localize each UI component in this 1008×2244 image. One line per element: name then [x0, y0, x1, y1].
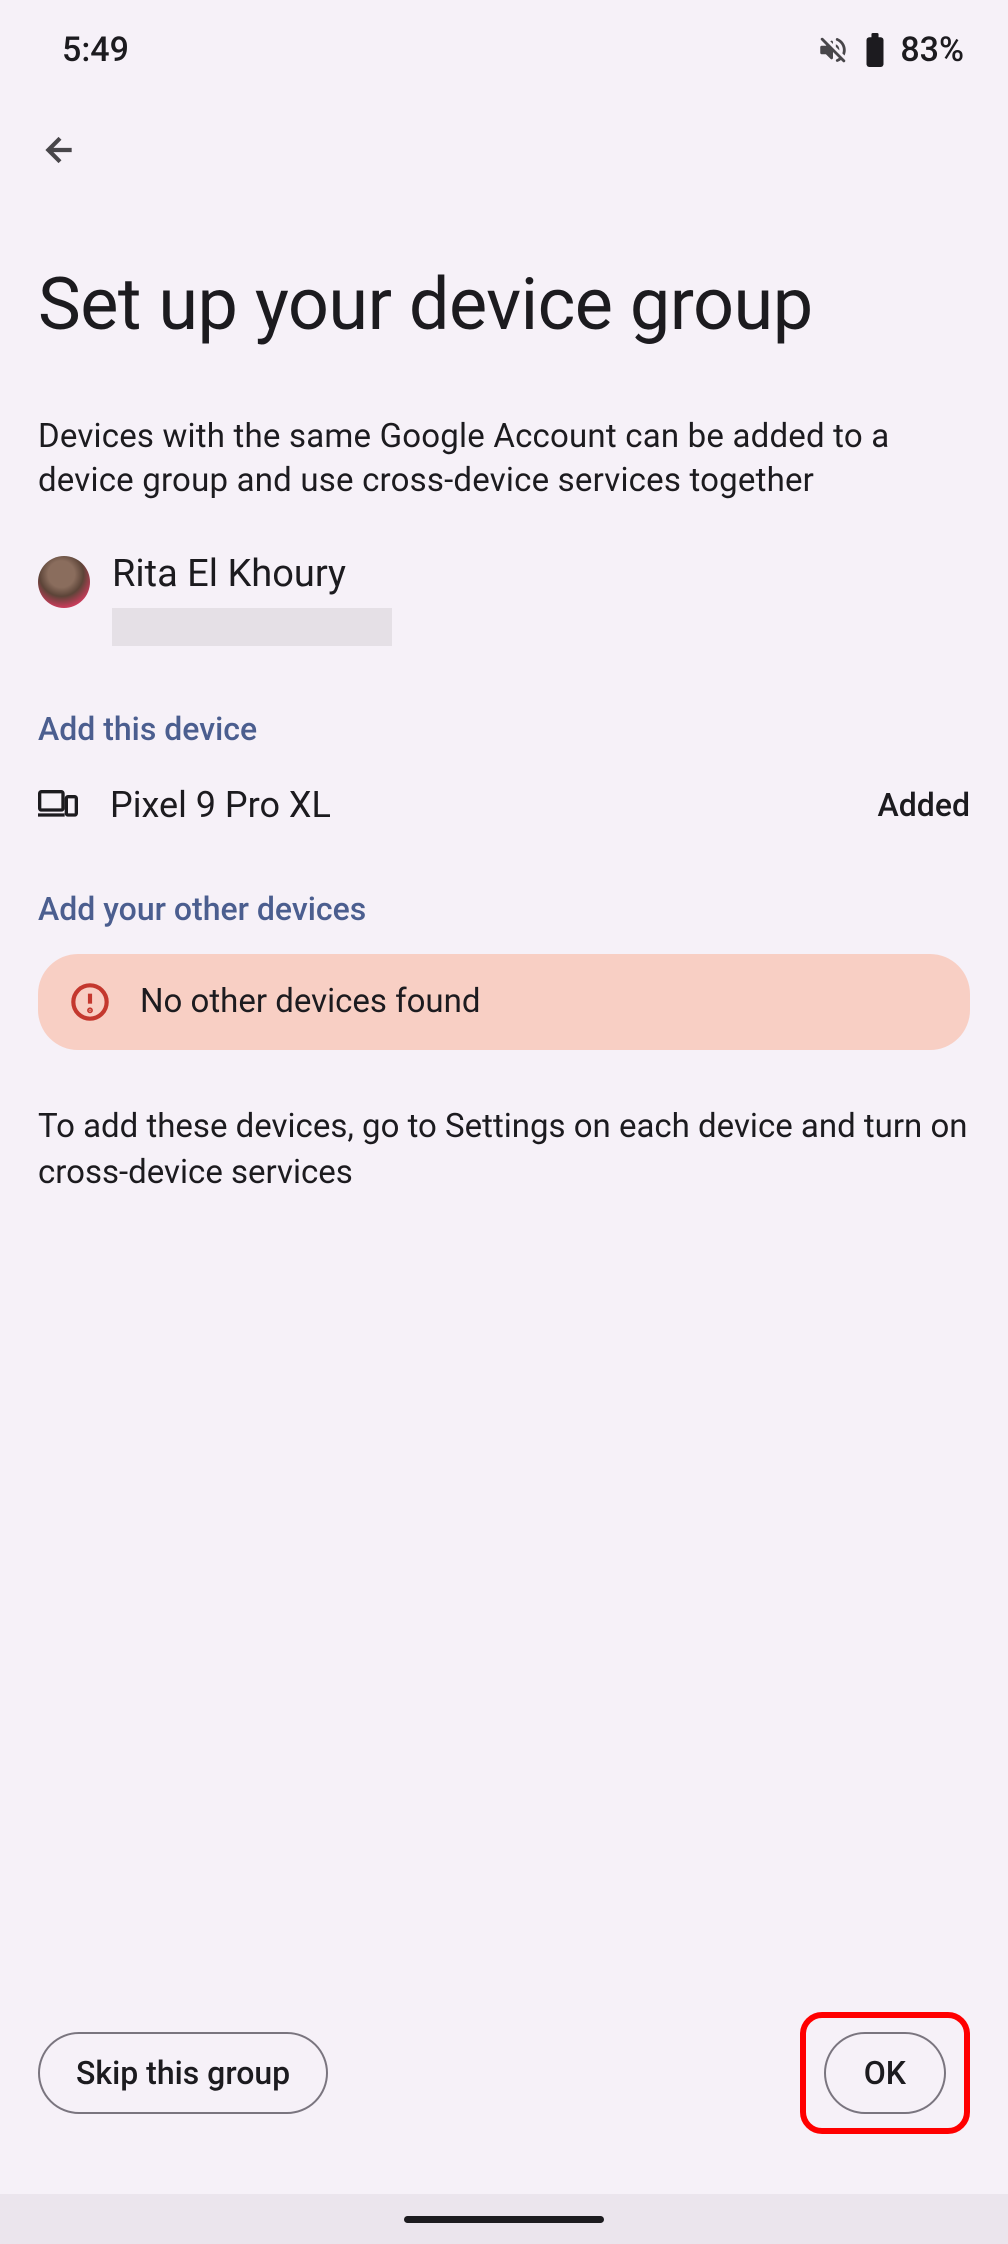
- account-name: Rita El Khoury: [112, 552, 392, 596]
- account-row: Rita El Khoury: [38, 552, 970, 646]
- arrow-left-icon: [40, 130, 80, 170]
- back-button[interactable]: [0, 90, 1008, 174]
- page-title: Set up your device group: [38, 264, 970, 347]
- help-text: To add these devices, go to Settings on …: [38, 1104, 970, 1196]
- avatar: [38, 556, 90, 608]
- device-row: Pixel 9 Pro XL Added: [38, 784, 970, 826]
- status-battery: 83%: [900, 30, 964, 70]
- nav-bar: [0, 2194, 1008, 2244]
- skip-button[interactable]: Skip this group: [38, 2032, 328, 2114]
- battery-icon: [864, 33, 886, 67]
- status-time: 5:49: [62, 30, 129, 70]
- device-status: Added: [878, 786, 970, 824]
- bottom-bar: Skip this group OK: [0, 2012, 1008, 2194]
- ok-highlight-box: OK: [800, 2012, 970, 2134]
- devices-icon: [38, 790, 78, 820]
- alert-icon: [70, 982, 110, 1022]
- page-description: Devices with the same Google Account can…: [38, 415, 970, 504]
- account-email-redacted: [112, 608, 392, 646]
- status-bar: 5:49 83%: [0, 0, 1008, 90]
- warning-box: No other devices found: [38, 954, 970, 1050]
- ok-button[interactable]: OK: [824, 2032, 946, 2114]
- nav-handle[interactable]: [404, 2216, 604, 2223]
- device-name: Pixel 9 Pro XL: [110, 784, 846, 826]
- mute-icon: [816, 33, 850, 67]
- section-other-devices: Add your other devices: [38, 890, 970, 928]
- section-this-device: Add this device: [38, 710, 970, 748]
- content: Set up your device group Devices with th…: [0, 174, 1008, 2012]
- status-right: 83%: [816, 30, 964, 70]
- warning-text: No other devices found: [140, 982, 480, 1021]
